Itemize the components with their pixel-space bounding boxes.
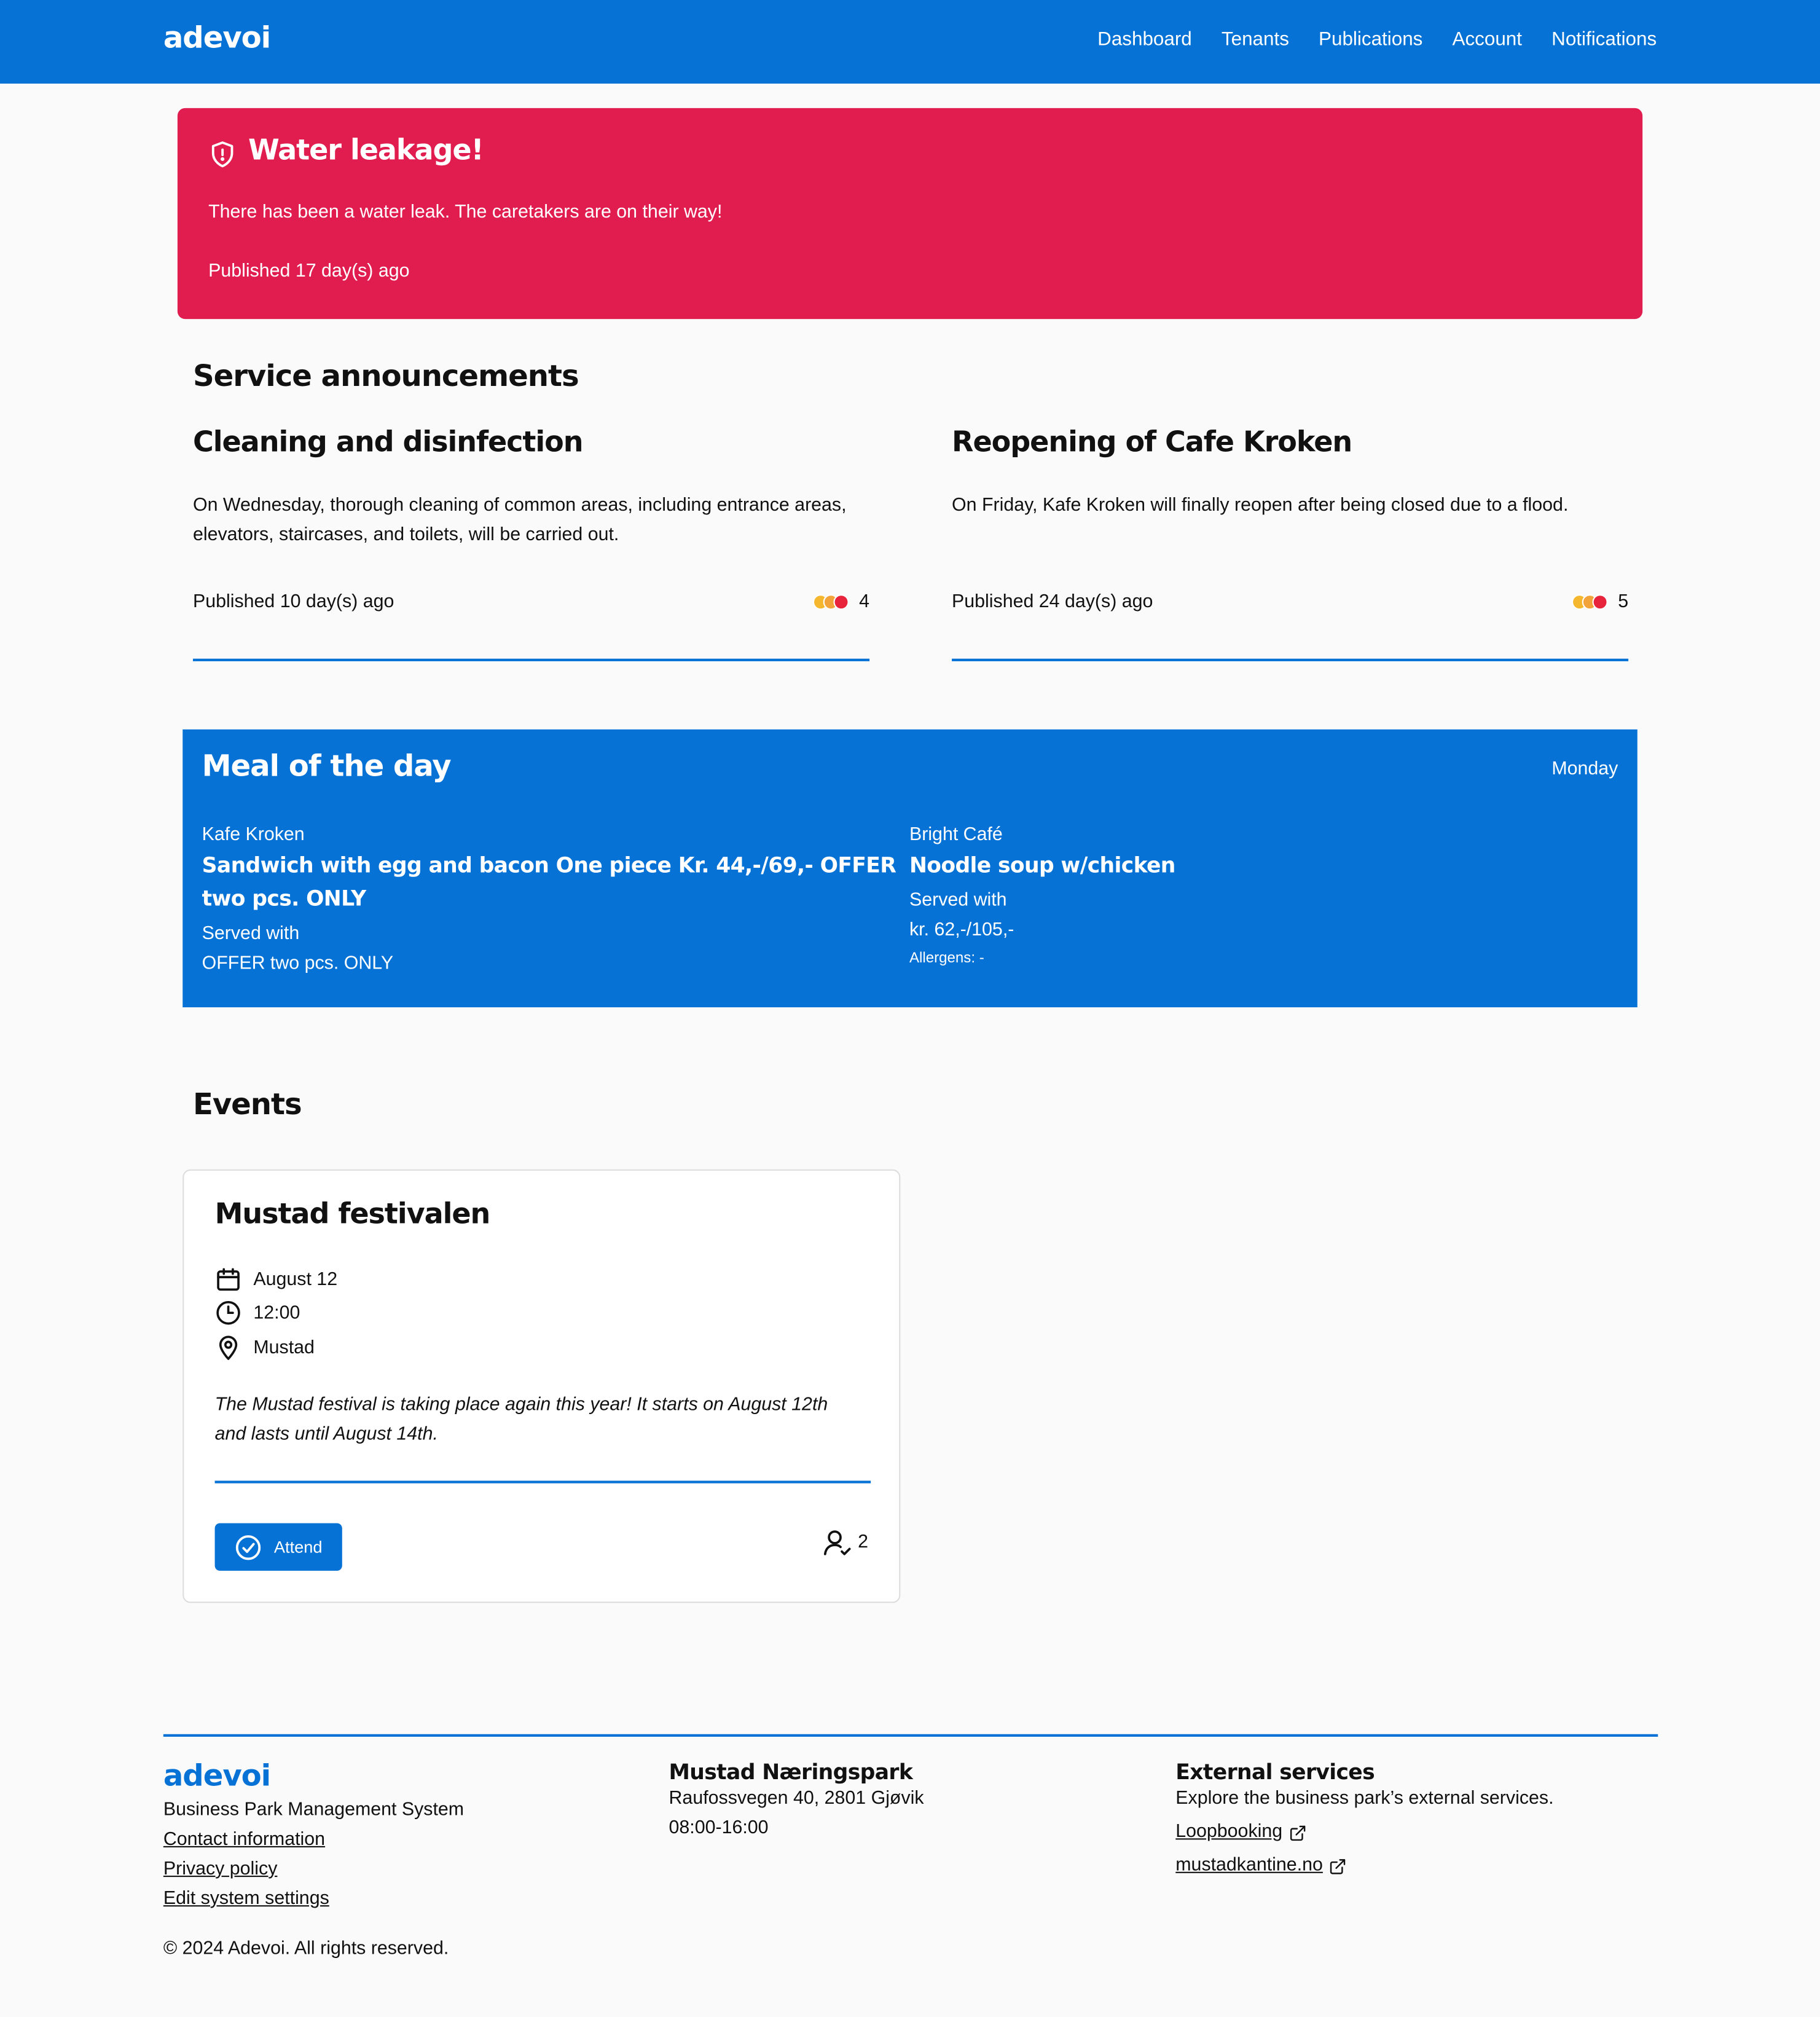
park-name: Mustad Næringspark [669, 1759, 913, 1785]
park-hours: 08:00-16:00 [669, 1817, 769, 1839]
event-date-row: August 12 [215, 1266, 338, 1293]
external-link-mustadkantine[interactable]: mustadkantine.no [1175, 1851, 1553, 1881]
event-location: Mustad [253, 1337, 315, 1358]
meal-place: Bright Café [909, 824, 1003, 846]
event-description: The Mustad festival is taking place agai… [214, 1394, 828, 1445]
loopbooking-link[interactable]: Loopbooking [1175, 1818, 1282, 1847]
park-address: Raufossvegen 40, 2801 Gjøvik [669, 1788, 924, 1809]
reaction-count: 5 [1618, 591, 1629, 613]
meal-day: Monday [1551, 759, 1618, 780]
footer-brand: adevoi Business Park Management System C… [163, 1760, 464, 1914]
attendees-count: 2 [822, 1527, 868, 1558]
check-circle-icon [235, 1535, 261, 1560]
external-link-icon [1330, 1858, 1346, 1874]
meal-price: kr. 62,-/105,- [909, 919, 1014, 941]
calendar-icon [217, 1268, 240, 1291]
reaction-emoji-icons [812, 594, 849, 610]
privacy-policy-link[interactable]: Privacy policy [163, 1855, 464, 1885]
alert-title: Water leakage! [248, 135, 484, 168]
top-navbar: adevoi Dashboard Tenants Publications Ac… [0, 0, 1820, 84]
alert-published: Published 17 day(s) ago [208, 261, 410, 282]
alert-banner: Water leakage! There has been a water le… [177, 108, 1643, 320]
footer-logo: adevoi [163, 1759, 271, 1794]
external-services-heading: External services [1175, 1759, 1375, 1785]
reactions[interactable]: 5 [1571, 591, 1629, 613]
meal-column-left: Kafe Kroken Sandwich with egg and bacon … [202, 825, 909, 979]
nav-item-tenants[interactable]: Tenants [1222, 28, 1289, 50]
attendees-number: 2 [858, 1532, 868, 1553]
alert-body: There has been a water leak. The caretak… [208, 202, 723, 223]
map-pin-icon [219, 1335, 238, 1360]
service-announcements-heading: Service announcements [192, 360, 579, 394]
divider [952, 658, 1629, 661]
announcement-body: On Wednesday, thorough cleaning of commo… [192, 495, 847, 546]
meal-allergens: Allergens: - [909, 950, 984, 967]
external-link-loopbooking[interactable]: Loopbooking [1175, 1818, 1553, 1847]
nav-item-publications[interactable]: Publications [1319, 28, 1422, 50]
divider [192, 658, 870, 661]
announcement-published: Published 24 day(s) ago [952, 591, 1153, 613]
clock-icon [216, 1300, 240, 1325]
nav-item-notifications[interactable]: Notifications [1551, 28, 1657, 50]
contact-information-link[interactable]: Contact information [163, 1825, 464, 1855]
meal-of-the-day: Meal of the day Monday Kafe Kroken Sandw… [182, 729, 1638, 1008]
event-card: Mustad festivalen August 12 12:00 Mustad [182, 1169, 901, 1603]
attend-button[interactable]: Attend [214, 1523, 342, 1571]
nav-menu: Dashboard Tenants Publications Account N… [1097, 28, 1657, 50]
event-title: Mustad festivalen [214, 1198, 491, 1232]
mustadkantine-link[interactable]: mustadkantine.no [1175, 1851, 1323, 1881]
announcement-title: Cleaning and disinfection [192, 427, 584, 460]
announcement-body: On Friday, Kafe Kroken will finally reop… [952, 495, 1569, 516]
logo[interactable]: adevoi [163, 22, 271, 55]
event-location-row: Mustad [215, 1334, 315, 1361]
edit-system-settings-link[interactable]: Edit system settings [163, 1885, 464, 1914]
announcement-title: Reopening of Cafe Kroken [952, 427, 1352, 460]
meal-heading: Meal of the day [202, 750, 452, 784]
footer-tagline: Business Park Management System [163, 1799, 465, 1821]
served-with-label: Served with [202, 923, 300, 945]
event-time-row: 12:00 [215, 1299, 300, 1326]
event-date: August 12 [253, 1269, 338, 1290]
reaction-emoji-icons [1571, 594, 1608, 610]
served-with-value: OFFER two pcs. ONLY [202, 953, 394, 974]
divider [214, 1480, 871, 1484]
attend-label: Attend [273, 1537, 323, 1557]
reactions[interactable]: 4 [812, 591, 870, 613]
external-link-icon [1290, 1825, 1306, 1841]
announcement-card[interactable]: Cleaning and disinfection On Wednesday, … [192, 427, 870, 661]
nav-item-dashboard[interactable]: Dashboard [1097, 28, 1192, 50]
meal-dish: Sandwich with egg and bacon One piece Kr… [202, 852, 896, 911]
footer-park: Mustad Næringspark Raufossvegen 40, 2801… [669, 1760, 924, 1844]
announcement-published: Published 10 day(s) ago [192, 591, 394, 613]
announcement-card[interactable]: Reopening of Cafe Kroken On Friday, Kafe… [952, 427, 1629, 661]
reaction-count: 4 [859, 591, 870, 613]
meal-place: Kafe Kroken [202, 824, 305, 846]
shield-alert-icon [211, 141, 233, 168]
copyright: © 2024 Adevoi. All rights reserved. [163, 1938, 449, 1960]
event-time: 12:00 [253, 1302, 300, 1323]
footer-external: External services Explore the business p… [1175, 1760, 1553, 1881]
meal-dish: Noodle soup w/chicken [909, 852, 1175, 878]
events-heading: Events [192, 1088, 302, 1122]
nav-item-account[interactable]: Account [1453, 28, 1522, 50]
footer-divider [163, 1734, 1658, 1737]
external-services-subtitle: Explore the business park’s external ser… [1175, 1788, 1554, 1809]
meal-column-right: Bright Café Noodle soup w/chicken Served… [909, 825, 1617, 966]
user-check-icon [823, 1530, 851, 1555]
served-with-label: Served with [909, 890, 1007, 911]
